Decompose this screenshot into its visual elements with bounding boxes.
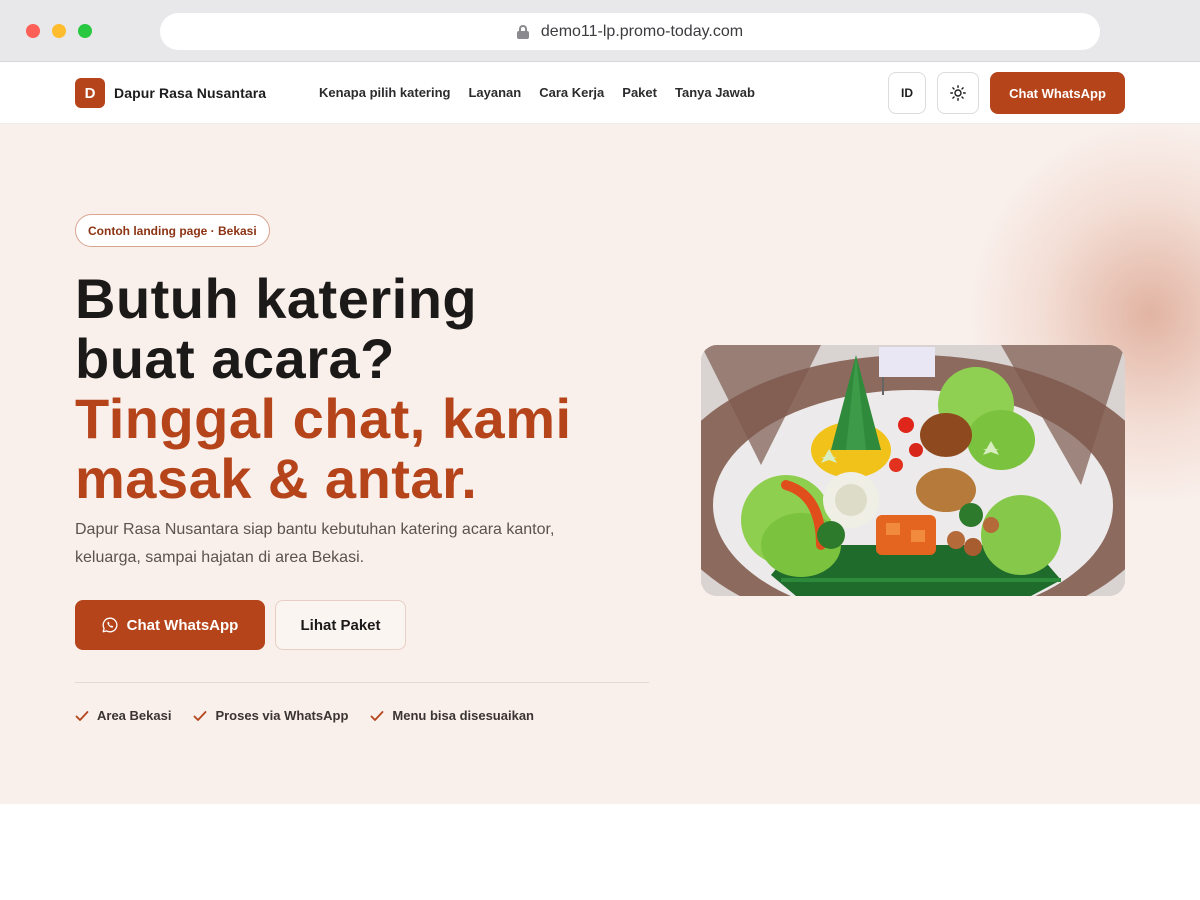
tumpeng-illustration bbox=[701, 345, 1125, 596]
hero-badge: Contoh landing page · Bekasi bbox=[75, 214, 270, 247]
hero-section: Contoh landing page · Bekasi Butuh kater… bbox=[0, 124, 1200, 804]
maximize-window-button[interactable] bbox=[78, 24, 92, 38]
address-bar[interactable]: demo11-lp.promo-today.com bbox=[160, 13, 1100, 50]
lock-icon bbox=[516, 24, 529, 39]
nav-link-cara-kerja[interactable]: Cara Kerja bbox=[539, 85, 604, 100]
main-nav: Kenapa pilih katering Layanan Cara Kerja… bbox=[319, 85, 755, 100]
sun-icon bbox=[950, 85, 966, 101]
nav-link-paket[interactable]: Paket bbox=[622, 85, 657, 100]
theme-toggle-button[interactable] bbox=[937, 72, 979, 114]
feature-label: Proses via WhatsApp bbox=[215, 708, 349, 723]
hero-subtitle: Dapur Rasa Nusantara siap bantu kebutuha… bbox=[75, 521, 555, 566]
site-header: D Dapur Rasa Nusantara Kenapa pilih kate… bbox=[0, 62, 1200, 124]
hero-whatsapp-label: Chat WhatsApp bbox=[126, 616, 239, 634]
check-icon bbox=[370, 710, 384, 721]
hero-headline: Butuh katering buat acara? Tinggal chat,… bbox=[75, 269, 665, 509]
tumpeng-photo bbox=[701, 345, 1125, 596]
nav-link-layanan[interactable]: Layanan bbox=[468, 85, 521, 100]
headline-line-2: buat acara? bbox=[75, 327, 395, 390]
check-icon bbox=[194, 710, 207, 721]
minimize-window-button[interactable] bbox=[52, 24, 66, 38]
feature-label: Menu bisa disesuaikan bbox=[392, 708, 534, 723]
headline-accent-1: Tinggal chat, kami bbox=[75, 387, 572, 450]
headline-accent-2: masak & antar. bbox=[75, 447, 478, 510]
feature-label: Area Bekasi bbox=[97, 708, 172, 723]
browser-chrome: demo11-lp.promo-today.com bbox=[0, 0, 1200, 62]
feature-item: Area Bekasi bbox=[75, 708, 171, 723]
url-text: demo11-lp.promo-today.com bbox=[540, 22, 744, 40]
nav-link-kenapa[interactable]: Kenapa pilih katering bbox=[319, 85, 450, 100]
headline-line-1: Butuh katering bbox=[75, 267, 478, 330]
hero-whatsapp-button[interactable]: Chat WhatsApp bbox=[75, 600, 265, 650]
feature-item: Proses via WhatsApp bbox=[193, 708, 348, 723]
brand-name[interactable]: Dapur Rasa Nusantara bbox=[114, 85, 266, 101]
language-button[interactable]: ID bbox=[888, 72, 926, 114]
logo-icon[interactable]: D bbox=[75, 78, 105, 108]
close-window-button[interactable] bbox=[26, 24, 40, 38]
feature-list: Area Bekasi Proses via WhatsApp Menu bis… bbox=[75, 708, 534, 723]
view-packages-button[interactable]: Lihat Paket bbox=[275, 600, 406, 650]
check-icon bbox=[75, 710, 89, 721]
feature-item: Menu bisa disesuaikan bbox=[370, 708, 534, 723]
whatsapp-icon bbox=[102, 617, 118, 633]
nav-link-tanya-jawab[interactable]: Tanya Jawab bbox=[675, 85, 755, 100]
hero-divider bbox=[75, 682, 649, 683]
header-whatsapp-button[interactable]: Chat WhatsApp bbox=[990, 72, 1125, 114]
